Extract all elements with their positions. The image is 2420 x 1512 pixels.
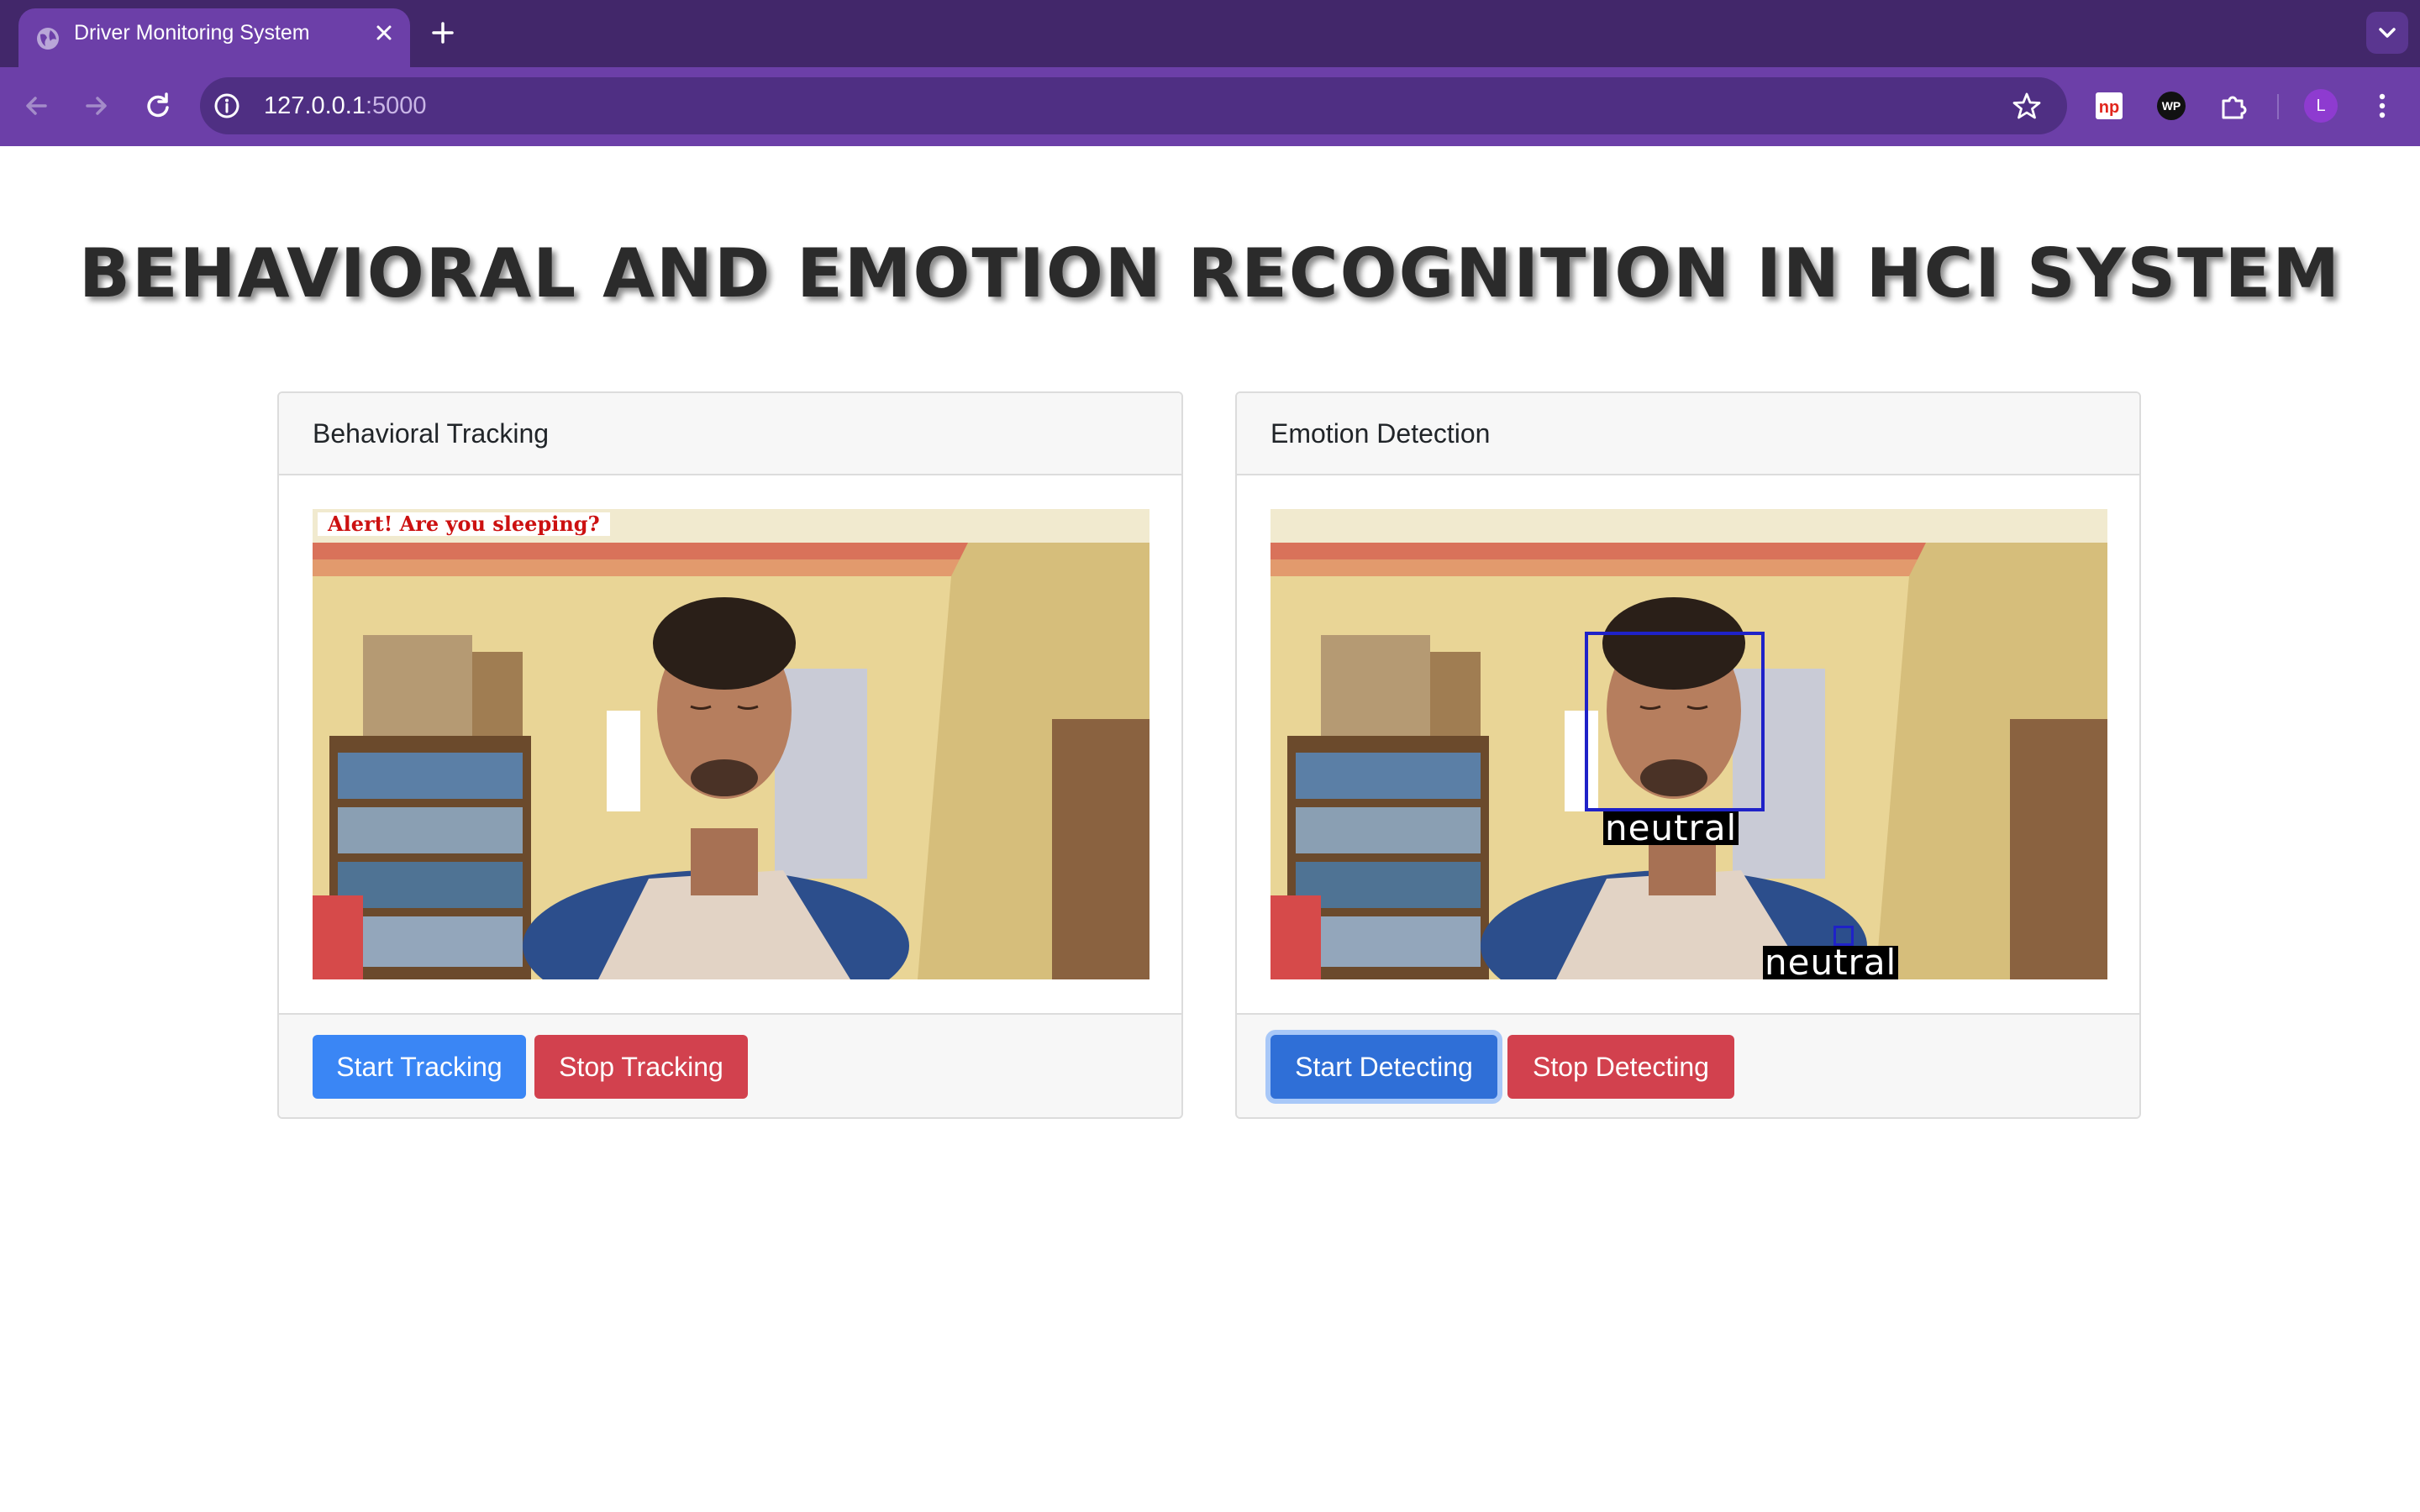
sleep-alert-overlay: Alert! Are you sleeping?: [318, 512, 610, 536]
emotion-label: neutral: [1763, 942, 1899, 979]
face-detection-box: [1585, 632, 1765, 811]
address-bar[interactable]: 127.0.0.1:5000: [200, 77, 2067, 134]
card-header: Behavioral Tracking: [279, 393, 1181, 475]
stop-tracking-button[interactable]: Stop Tracking: [534, 1035, 748, 1099]
emotion-video-feed: neutral neutral: [1270, 509, 2107, 979]
toolbar-divider: [2277, 94, 2279, 119]
wp-extension-icon[interactable]: WP: [2156, 91, 2186, 121]
url-text: 127.0.0.1:5000: [264, 92, 427, 119]
np-extension-icon[interactable]: np: [2094, 91, 2124, 121]
browser-tab-bar: Driver Monitoring System: [0, 0, 2420, 67]
card-title: Behavioral Tracking: [313, 418, 550, 449]
close-tab-icon[interactable]: [371, 20, 397, 45]
card-header: Emotion Detection: [1237, 393, 2139, 475]
forward-arrow-icon[interactable]: [79, 89, 113, 123]
site-info-icon[interactable]: [212, 91, 242, 121]
page-title: BEHAVIORAL AND EMOTION RECOGNITION IN HC…: [79, 234, 2341, 312]
emotion-label: neutral: [1603, 807, 1739, 848]
start-tracking-button[interactable]: Start Tracking: [313, 1035, 526, 1099]
tab-title: Driver Monitoring System: [74, 21, 310, 45]
stop-detecting-button[interactable]: Stop Detecting: [1507, 1035, 1734, 1099]
card-footer: Start Detecting Stop Detecting: [1237, 1013, 2139, 1117]
behavioral-tracking-card: Behavioral Tracking Alert! Are you sleep…: [277, 391, 1183, 1119]
svg-text:np: np: [2099, 98, 2119, 117]
globe-icon: [37, 28, 59, 50]
svg-text:WP: WP: [2162, 99, 2181, 113]
profile-avatar[interactable]: L: [2304, 89, 2338, 123]
browser-toolbar: 127.0.0.1:5000 np WP L: [0, 67, 2420, 146]
back-arrow-icon[interactable]: [20, 89, 54, 123]
bookmark-star-icon[interactable]: [2012, 91, 2042, 121]
puzzle-extension-icon[interactable]: [2218, 91, 2249, 121]
webcam-frame-image: [313, 509, 1150, 979]
tracking-video-feed: Alert! Are you sleeping?: [313, 509, 1150, 979]
chevron-down-icon: [2379, 28, 2396, 38]
card-title: Emotion Detection: [1270, 418, 1491, 449]
emotion-detection-card: Emotion Detection neutral neutral Start …: [1235, 391, 2141, 1119]
more-menu-icon[interactable]: [2370, 91, 2395, 121]
card-footer: Start Tracking Stop Tracking: [279, 1013, 1181, 1117]
start-detecting-button[interactable]: Start Detecting: [1270, 1035, 1497, 1099]
browser-tab[interactable]: Driver Monitoring System: [18, 8, 410, 67]
tab-search-button[interactable]: [2366, 12, 2408, 54]
reload-icon[interactable]: [141, 89, 175, 123]
new-tab-icon[interactable]: [429, 18, 457, 47]
